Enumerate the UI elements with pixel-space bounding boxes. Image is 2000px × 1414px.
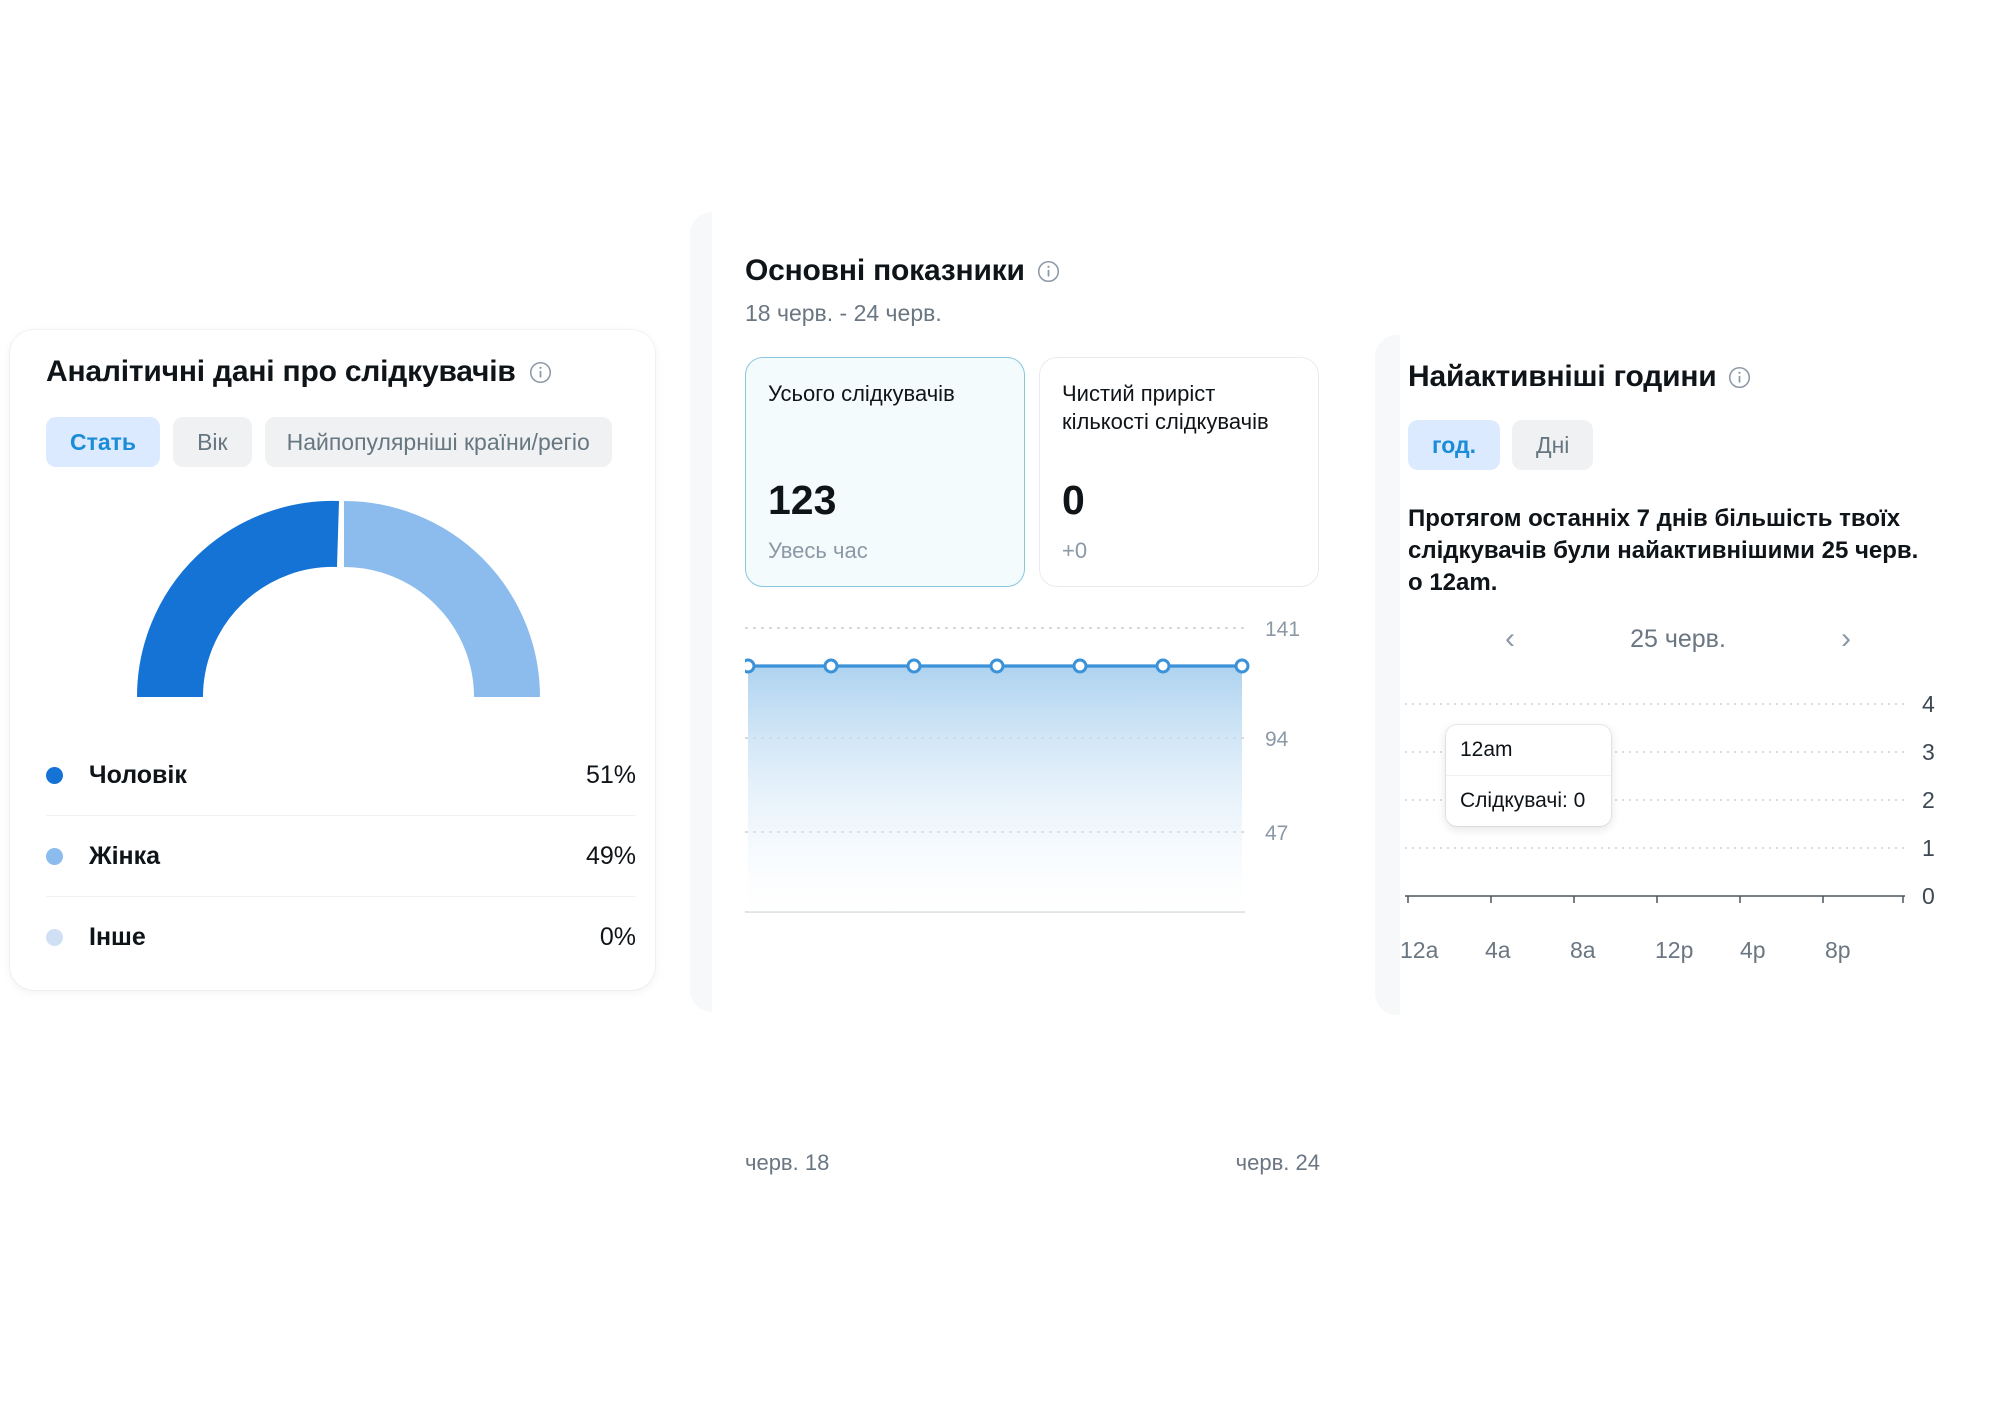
list-item[interactable]: Чоловік 51% xyxy=(46,735,636,816)
page-title: Аналітичні дані про слідкувачів xyxy=(46,355,516,388)
stat-label: Чистий приріст кількості слідкувачів xyxy=(1062,381,1269,435)
followers-card-header: Аналітичні дані про слідкувачів xyxy=(46,355,552,389)
list-item[interactable]: Жінка 49% xyxy=(46,816,636,897)
svg-text:141: 141 xyxy=(1265,618,1300,641)
legend-dot-other xyxy=(46,929,63,946)
stat-total-followers[interactable]: Усього слідкувачів 123 Увесь час xyxy=(745,357,1025,587)
x-tick-8p: 8p xyxy=(1825,937,1851,963)
info-icon[interactable] xyxy=(1728,366,1751,389)
legend-value: 0% xyxy=(599,923,636,951)
tab-top-countries[interactable]: Найпопулярніші країни/регіо xyxy=(264,417,612,467)
tab-age[interactable]: Вік xyxy=(173,417,252,467)
info-icon[interactable] xyxy=(529,361,552,384)
metrics-card-header: Основні показники xyxy=(745,254,1060,288)
hours-description: Протягом останніх 7 днів більшість твоїх… xyxy=(1408,505,1919,596)
x-tick-end: черв. 24 xyxy=(1235,1150,1320,1175)
hours-card-header: Найактивніші години xyxy=(1408,360,1751,394)
x-tick-12p: 12p xyxy=(1655,937,1694,963)
metrics-title: Основні показники xyxy=(745,254,1025,287)
legend-value: 51% xyxy=(585,760,636,789)
x-tick-start: черв. 18 xyxy=(745,1150,830,1175)
hours-x-axis: 12a 4a 8a 12p 4p 8p xyxy=(1400,937,1910,964)
list-item[interactable]: Інше 0% xyxy=(46,897,636,978)
stat-net-follower-growth[interactable]: Чистий приріст кількості слідкувачів 0 +… xyxy=(1039,357,1319,587)
stat-footnote: Увесь час xyxy=(768,538,868,563)
followers-over-time-chart: 141 94 47 xyxy=(740,610,1320,940)
stat-label: Усього слідкувачів xyxy=(768,381,955,406)
x-tick-4p: 4p xyxy=(1740,937,1766,963)
chevron-left-icon[interactable]: ‹ xyxy=(1495,620,1525,658)
followers-analytics-card: Аналітичні дані про слідкувачів Стать Ві… xyxy=(10,330,655,990)
line-chart-x-axis: черв. 18 черв. 24 xyxy=(745,1150,1320,1176)
tab-gender[interactable]: Стать xyxy=(46,417,161,467)
hours-tab-group: год. Дні xyxy=(1408,420,1594,470)
x-tick-4a: 4a xyxy=(1485,937,1511,963)
svg-text:3: 3 xyxy=(1922,739,1935,765)
svg-text:0: 0 xyxy=(1922,883,1935,909)
info-icon[interactable] xyxy=(1037,260,1060,283)
svg-text:4: 4 xyxy=(1922,691,1935,717)
tooltip-hour: 12am xyxy=(1446,725,1611,776)
svg-text:2: 2 xyxy=(1922,787,1935,813)
stat-value: 123 xyxy=(768,477,837,523)
x-tick-12a: 12a xyxy=(1400,937,1439,963)
metrics-date-range: 18 черв. - 24 черв. xyxy=(745,300,942,326)
tab-days[interactable]: Дні xyxy=(1512,420,1594,470)
analytics-dashboard: Аналітичні дані про слідкувачів Стать Ві… xyxy=(0,0,2000,1414)
tooltip-followers: Слідкувачі: 0 xyxy=(1460,789,1586,812)
gender-half-donut-chart xyxy=(10,485,655,700)
followers-tab-group: Стать Вік Найпопулярніші країни/регіо xyxy=(46,417,612,467)
gender-legend: Чоловік 51% Жінка 49% Інше 0% xyxy=(46,735,636,978)
date-navigator: ‹ 25 черв. › xyxy=(1408,620,1948,658)
legend-label: Чоловік xyxy=(89,760,187,789)
chevron-right-icon[interactable]: › xyxy=(1831,620,1861,658)
legend-dot-female xyxy=(46,847,63,865)
legend-value: 49% xyxy=(585,841,636,870)
hours-title: Найактивніші години xyxy=(1408,360,1717,393)
legend-label: Інше xyxy=(89,923,146,951)
svg-text:47: 47 xyxy=(1265,822,1288,845)
stat-value: 0 xyxy=(1062,477,1085,523)
tab-hours[interactable]: год. xyxy=(1408,420,1501,470)
key-metrics-card: Основні показники 18 черв. - 24 черв. Ус… xyxy=(712,212,1350,1175)
stat-footnote: +0 xyxy=(1062,538,1088,563)
svg-text:1: 1 xyxy=(1922,835,1935,861)
hour-tooltip: 12am Слідкувачі: 0 xyxy=(1446,725,1611,826)
most-active-hours-card: Найактивніші години год. Дні Протягом ос… xyxy=(1400,335,2000,1015)
legend-label: Жінка xyxy=(89,841,161,870)
x-tick-8a: 8a xyxy=(1570,937,1596,963)
selected-date-label: 25 черв. xyxy=(1630,624,1726,653)
metrics-stat-group: Усього слідкувачів 123 Увесь час Чистий … xyxy=(745,357,1319,587)
svg-text:94: 94 xyxy=(1265,728,1289,751)
legend-dot-male xyxy=(46,766,63,784)
